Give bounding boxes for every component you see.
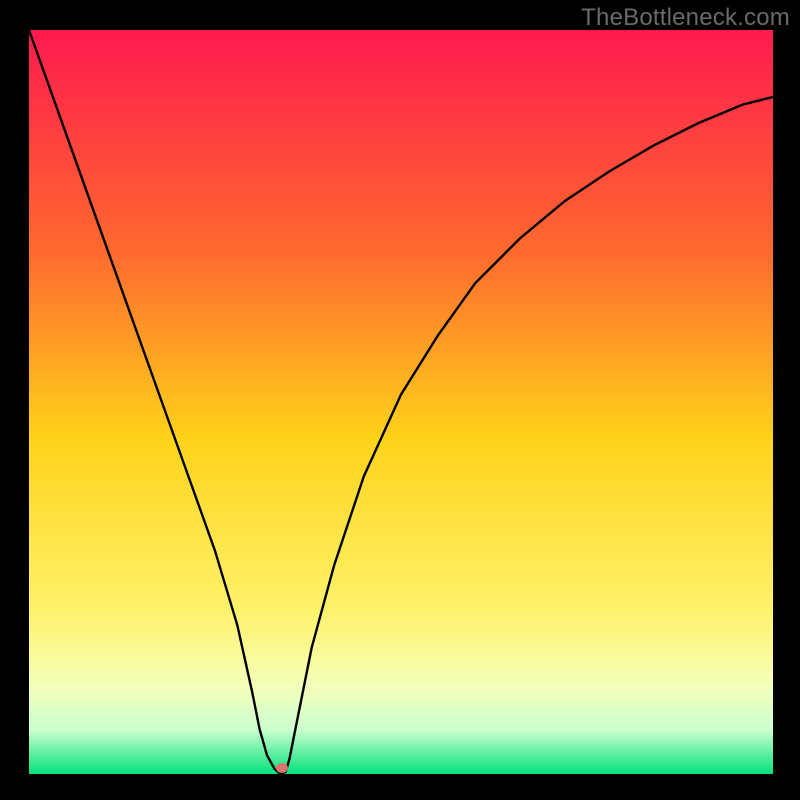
min-marker-icon [276, 763, 288, 773]
watermark-text: TheBottleneck.com [581, 4, 790, 32]
bottleneck-chart [0, 0, 800, 800]
